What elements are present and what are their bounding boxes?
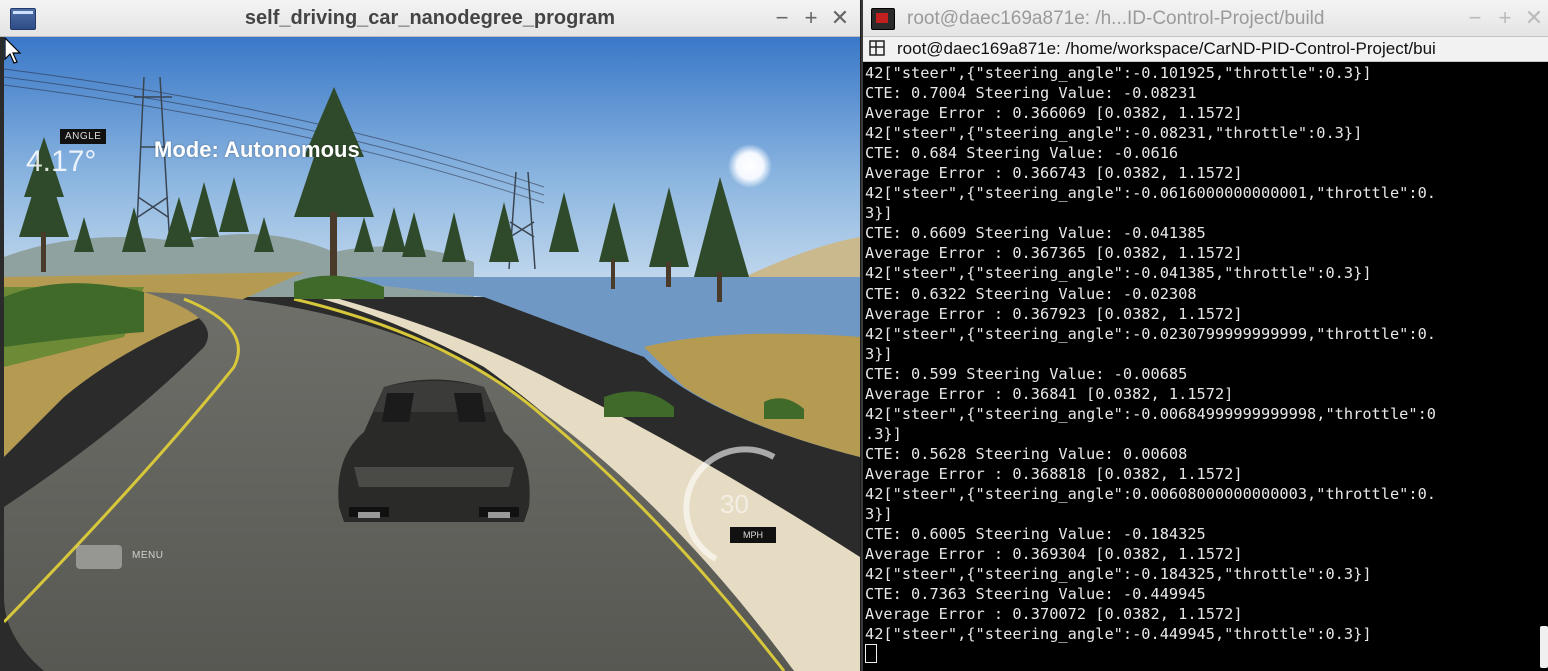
terminal-line: CTE: 0.6322 Steering Value: -0.02308 <box>865 284 1197 303</box>
terminal-tab-icon <box>869 40 885 56</box>
maximize-button[interactable]: + <box>1493 5 1517 31</box>
terminal-line: 3}] <box>865 344 893 363</box>
terminal-line: Average Error : 0.369304 [0.0382, 1.1572… <box>865 545 1243 564</box>
steering-angle-value: 4.17° <box>26 145 97 178</box>
menu-label[interactable]: MENU <box>132 550 163 561</box>
terminal-titlebar[interactable]: root@daec169a871e: /h...ID-Control-Proje… <box>863 0 1548 37</box>
speed-value: 30 <box>720 489 749 519</box>
terminal-line: .3}] <box>865 424 902 443</box>
terminal-line: Average Error : 0.36841 [0.0382, 1.1572] <box>865 384 1234 403</box>
terminal-line: CTE: 0.6609 Steering Value: -0.041385 <box>865 224 1206 243</box>
terminal-line: Average Error : 0.367923 [0.0382, 1.1572… <box>865 304 1243 323</box>
terminal-app-icon[interactable] <box>871 8 895 30</box>
terminal-line: 42["steer",{"steering_angle":0.006080000… <box>865 484 1436 503</box>
minimize-button[interactable]: − <box>1463 5 1487 31</box>
simulator-window: self_driving_car_nanodegree_program − + … <box>0 0 860 671</box>
terminal-scrollbar-thumb[interactable] <box>1540 626 1548 668</box>
minimize-button[interactable]: − <box>770 5 794 31</box>
terminal-line: Average Error : 0.366069 [0.0382, 1.1572… <box>865 104 1243 123</box>
terminal-line: Average Error : 0.367365 [0.0382, 1.1572… <box>865 244 1243 263</box>
terminal-tab[interactable]: root@daec169a871e: /home/workspace/CarND… <box>863 37 1548 62</box>
terminal-line: 42["steer",{"steering_angle":-0.08231,"t… <box>865 124 1363 143</box>
terminal-line: CTE: 0.684 Steering Value: -0.0616 <box>865 144 1179 163</box>
terminal-line: 42["steer",{"steering_angle":-0.184325,"… <box>865 565 1372 584</box>
terminal-line: CTE: 0.6005 Steering Value: -0.184325 <box>865 525 1206 544</box>
terminal-line: 42["steer",{"steering_angle":-0.041385,"… <box>865 264 1372 283</box>
terminal-line: 42["steer",{"steering_angle":-0.02307999… <box>865 324 1436 343</box>
terminal-line: 42["steer",{"steering_angle":-0.06160000… <box>865 184 1436 203</box>
terminal-line: CTE: 0.599 Steering Value: -0.00685 <box>865 364 1188 383</box>
terminal-line: Average Error : 0.370072 [0.0382, 1.1572… <box>865 605 1243 624</box>
menu-button[interactable] <box>76 545 122 569</box>
terminal-scrollbar[interactable] <box>1539 62 1548 671</box>
terminal-line: CTE: 0.5628 Steering Value: 0.00608 <box>865 444 1188 463</box>
maximize-button[interactable]: + <box>799 5 823 31</box>
terminal-title: root@daec169a871e: /h...ID-Control-Proje… <box>907 8 1325 29</box>
terminal-cursor <box>865 644 877 664</box>
terminal-output[interactable]: 42["steer",{"steering_angle":-0.101925,"… <box>865 63 1533 669</box>
terminal-line: CTE: 0.7363 Steering Value: -0.449945 <box>865 585 1206 604</box>
close-button[interactable]: ✕ <box>828 5 852 31</box>
terminal-tab-label: root@daec169a871e: /home/workspace/CarND… <box>897 39 1436 58</box>
mouse-cursor-icon <box>4 37 22 64</box>
simulator-title: self_driving_car_nanodegree_program <box>244 7 616 29</box>
terminal-line: 42["steer",{"steering_angle":-0.101925,"… <box>865 64 1372 82</box>
lake-shore <box>644 333 860 457</box>
terminal-line: Average Error : 0.368818 [0.0382, 1.1572… <box>865 464 1243 483</box>
mode-indicator: Mode: Autonomous <box>154 137 360 162</box>
driving-scene <box>4 37 860 671</box>
sun <box>728 144 772 188</box>
simulator-titlebar[interactable]: self_driving_car_nanodegree_program − + … <box>0 0 860 37</box>
close-button[interactable]: ✕ <box>1522 5 1546 31</box>
angle-label: ANGLE <box>60 129 107 144</box>
terminal-line: 3}] <box>865 204 893 223</box>
terminal-line: Average Error : 0.366743 [0.0382, 1.1572… <box>865 164 1243 183</box>
simulator-viewport[interactable]: ANGLE 4.17° Mode: Autonomous MENU 30 MPH <box>4 37 860 671</box>
speed-unit-label: MPH <box>730 527 776 543</box>
terminal-line: 42["steer",{"steering_angle":-0.449945,"… <box>865 625 1372 644</box>
terminal-line: 3}] <box>865 505 893 524</box>
terminal-line: CTE: 0.7004 Steering Value: -0.08231 <box>865 84 1197 103</box>
terminal-window: root@daec169a871e: /h...ID-Control-Proje… <box>861 0 1548 671</box>
terminal-line: 42["steer",{"steering_angle":-0.00684999… <box>865 404 1436 423</box>
terminal-prompt-line <box>865 644 1533 664</box>
